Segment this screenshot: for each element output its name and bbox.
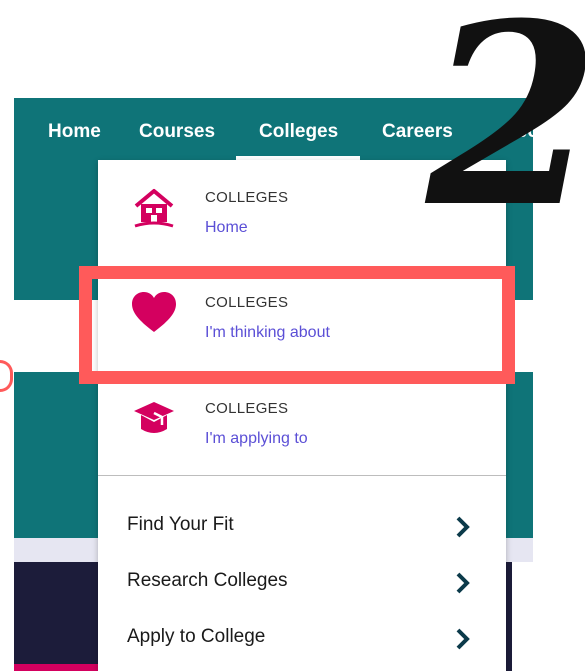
dropdown-link-label[interactable]: Home (205, 219, 248, 237)
menu-row-label: Apply to College (127, 626, 266, 647)
graduation-cap-icon (134, 402, 174, 433)
menu-row-apply-to-college[interactable]: Apply to College (98, 614, 506, 664)
nav-item-colleges[interactable]: Colleges (259, 121, 338, 143)
step-number-annotation: 2 (426, 0, 585, 262)
dropdown-eyebrow: COLLEGES (205, 294, 289, 311)
nav-item-home[interactable]: Home (48, 121, 101, 143)
menu-row-label: Research Colleges (127, 570, 288, 591)
dropdown-item-applying-to[interactable]: COLLEGES I'm applying to (98, 385, 506, 485)
menu-row-research-colleges[interactable]: Research Colleges (98, 558, 506, 608)
dropdown-eyebrow: COLLEGES (205, 189, 289, 206)
heart-icon (132, 292, 176, 332)
nav-item-courses[interactable]: Courses (139, 121, 215, 143)
dropdown-divider (98, 475, 506, 476)
annotation-edge-mark (0, 360, 13, 392)
chevron-right-icon (456, 516, 470, 538)
dropdown-link-label[interactable]: I'm thinking about (205, 324, 330, 342)
chevron-right-icon (456, 572, 470, 594)
menu-row-find-your-fit[interactable]: Find Your Fit (98, 502, 506, 552)
house-icon (134, 189, 174, 228)
dropdown-eyebrow: COLLEGES (205, 400, 289, 417)
chevron-right-icon (456, 628, 470, 650)
dropdown-item-thinking-about[interactable]: COLLEGES I'm thinking about (98, 279, 506, 379)
dropdown-link-label[interactable]: I'm applying to (205, 430, 308, 448)
pink-accent-bar (14, 664, 98, 671)
menu-row-label: Find Your Fit (127, 514, 234, 535)
